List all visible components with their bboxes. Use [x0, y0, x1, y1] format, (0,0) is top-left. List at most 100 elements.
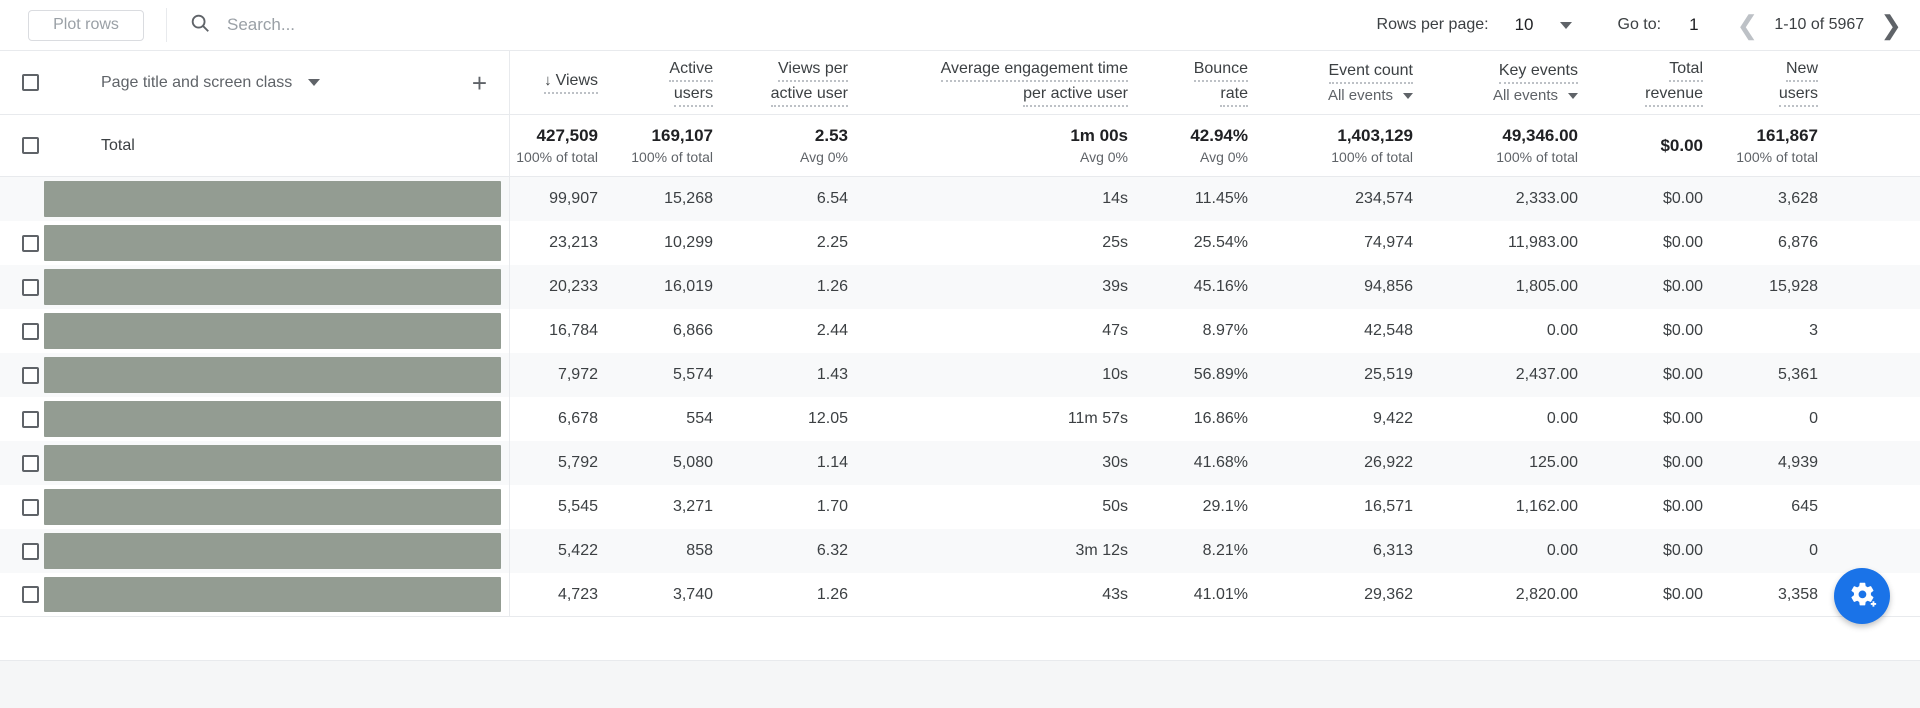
- row-checkbox[interactable]: [22, 454, 39, 472]
- goto-page-control[interactable]: Go to: 1: [1618, 15, 1699, 35]
- dimension-cell[interactable]: [0, 397, 510, 441]
- table-row[interactable]: 7,972 5,574 1.43 10s 56.89% 25,519 2,437.00 $0.…: [0, 353, 1920, 397]
- dimension-cell[interactable]: [0, 309, 510, 353]
- total-subvalue: 100% of total: [1496, 148, 1578, 165]
- chevron-left-icon[interactable]: ❮: [1737, 12, 1759, 38]
- total-label: Total: [101, 136, 135, 154]
- metric-value: 6,876: [1777, 234, 1818, 251]
- row-checkbox[interactable]: [22, 234, 39, 252]
- insights-gear-icon: [1847, 579, 1877, 614]
- column-header-line1: Active: [669, 59, 713, 82]
- metric-value: 6,678: [557, 410, 598, 427]
- chevron-down-icon[interactable]: [1559, 21, 1572, 29]
- column-header-2[interactable]: Views per active user: [735, 51, 870, 114]
- metric-value: 2.44: [816, 322, 848, 339]
- metric-cell-1: 10,299: [620, 221, 735, 265]
- metric-value: 25,519: [1364, 366, 1413, 383]
- dimension-cell[interactable]: [0, 353, 510, 397]
- table-row[interactable]: 16,784 6,866 2.44 47s 8.97% 42,548 0.00 $0.00 3: [0, 309, 1920, 353]
- row-checkbox[interactable]: [22, 322, 39, 340]
- metric-cell-0: 5,422: [510, 529, 620, 573]
- metric-cell-0: 16,784: [510, 309, 620, 353]
- dimension-header-cell: Page title and screen class +: [0, 51, 510, 114]
- table-row[interactable]: 20,233 16,019 1.26 39s 45.16% 94,856 1,805.00 $…: [0, 265, 1920, 309]
- table-row[interactable]: 4,723 3,740 1.26 43s 41.01% 29,362 2,820.00 $0.…: [0, 573, 1920, 617]
- insights-fab-button[interactable]: [1834, 568, 1890, 624]
- dimension-cell[interactable]: [0, 441, 510, 485]
- column-header-7[interactable]: Total revenue: [1600, 51, 1725, 114]
- total-value: 169,107: [651, 125, 713, 145]
- metric-cell-5: 74,974: [1270, 221, 1435, 265]
- metric-value: 3: [1809, 322, 1818, 339]
- table-row[interactable]: 5,545 3,271 1.70 50s 29.1% 16,571 1,162.00 $0.0…: [0, 485, 1920, 529]
- chevron-down-icon[interactable]: [308, 79, 321, 86]
- row-metric-cells: 5,422 858 6.32 3m 12s 8.21% 6,313 0.00 $0.00 0: [510, 529, 1920, 573]
- column-header-0[interactable]: ↓ Views: [510, 51, 620, 114]
- select-all-checkbox[interactable]: [22, 74, 39, 91]
- rows-per-page-label: Rows per page:: [1376, 16, 1489, 33]
- column-header-1[interactable]: Active users: [620, 51, 735, 114]
- plot-rows-button[interactable]: Plot rows: [28, 9, 144, 41]
- metric-value: 8.21%: [1202, 542, 1248, 559]
- column-header-3[interactable]: Average engagement time per active user: [870, 51, 1150, 114]
- metric-cell-2: 1.70: [735, 485, 870, 529]
- dimension-cell[interactable]: [0, 177, 510, 221]
- row-checkbox[interactable]: [22, 542, 39, 560]
- column-header-6[interactable]: Key events All events: [1435, 51, 1600, 114]
- table-row[interactable]: 6,678 554 12.05 11m 57s 16.86% 9,422 0.00 $0.00…: [0, 397, 1920, 441]
- row-checkbox[interactable]: [22, 366, 39, 384]
- row-metric-cells: 16,784 6,866 2.44 47s 8.97% 42,548 0.00 $0.00 3: [510, 309, 1920, 353]
- metric-value: 16,019: [664, 278, 713, 295]
- page-range-label: 1-10 of 5967: [1774, 16, 1865, 33]
- search-input[interactable]: [227, 15, 547, 35]
- column-header-5[interactable]: Event count All events: [1270, 51, 1435, 114]
- column-header-8[interactable]: New users: [1725, 51, 1840, 114]
- table-row[interactable]: 99,907 15,268 6.54 14s 11.45% 234,574 2,333.00…: [0, 177, 1920, 221]
- total-subvalue: Avg 0%: [1080, 148, 1128, 165]
- total-row-checkbox[interactable]: [22, 137, 39, 154]
- plus-icon[interactable]: +: [472, 70, 487, 96]
- column-header-line1: Event count: [1328, 61, 1413, 84]
- metric-cell-7: $0.00: [1600, 529, 1725, 573]
- chevron-down-icon[interactable]: [1568, 92, 1578, 99]
- dimension-cell[interactable]: [0, 265, 510, 309]
- metric-cell-5: 6,313: [1270, 529, 1435, 573]
- row-checkbox[interactable]: [22, 410, 39, 428]
- metric-cell-8: 6,876: [1725, 221, 1840, 265]
- table-row[interactable]: 5,422 858 6.32 3m 12s 8.21% 6,313 0.00 $0.00 0: [0, 529, 1920, 573]
- metric-value: 234,574: [1355, 190, 1413, 207]
- metric-value: $0.00: [1662, 454, 1703, 471]
- row-checkbox[interactable]: [22, 498, 39, 516]
- metric-value: 47s: [1102, 322, 1128, 339]
- row-metric-cells: 7,972 5,574 1.43 10s 56.89% 25,519 2,437.00 $0.…: [510, 353, 1920, 397]
- rows-per-page-control[interactable]: Rows per page: 10: [1377, 15, 1572, 35]
- metric-value: $0.00: [1662, 278, 1703, 295]
- column-header-4[interactable]: Bounce rate: [1150, 51, 1270, 114]
- goto-page-input[interactable]: 1: [1689, 15, 1698, 35]
- dimension-cell[interactable]: [0, 529, 510, 573]
- metric-cell-1: 6,866: [620, 309, 735, 353]
- metric-cell-7: $0.00: [1600, 221, 1725, 265]
- table-row[interactable]: 5,792 5,080 1.14 30s 41.68% 26,922 125.00 $0.00…: [0, 441, 1920, 485]
- dimension-cell[interactable]: [0, 221, 510, 265]
- metric-cell-8: 0: [1725, 529, 1840, 573]
- metric-cell-5: 25,519: [1270, 353, 1435, 397]
- metric-cell-3: 3m 12s: [870, 529, 1150, 573]
- metric-value: 3,358: [1777, 585, 1818, 603]
- metric-cell-3: 25s: [870, 221, 1150, 265]
- chevron-right-icon[interactable]: ❯: [1880, 12, 1902, 38]
- total-cell-6: 49,346.00 100% of total: [1435, 115, 1600, 176]
- dimension-cell[interactable]: [0, 485, 510, 529]
- metric-cell-0: 20,233: [510, 265, 620, 309]
- table-row[interactable]: 23,213 10,299 2.25 25s 25.54% 74,974 11,983.00…: [0, 221, 1920, 265]
- metric-cell-4: 16.86%: [1150, 397, 1270, 441]
- metric-value: $0.00: [1662, 585, 1703, 603]
- column-scope-selector[interactable]: All events: [1493, 87, 1578, 104]
- metric-value: 1.26: [816, 585, 848, 603]
- row-checkbox[interactable]: [22, 586, 39, 603]
- column-scope-selector[interactable]: All events: [1328, 87, 1413, 104]
- redacted-dimension-value: [44, 445, 501, 481]
- row-checkbox[interactable]: [22, 278, 39, 296]
- chevron-down-icon[interactable]: [1403, 92, 1413, 99]
- dimension-cell[interactable]: [0, 573, 510, 616]
